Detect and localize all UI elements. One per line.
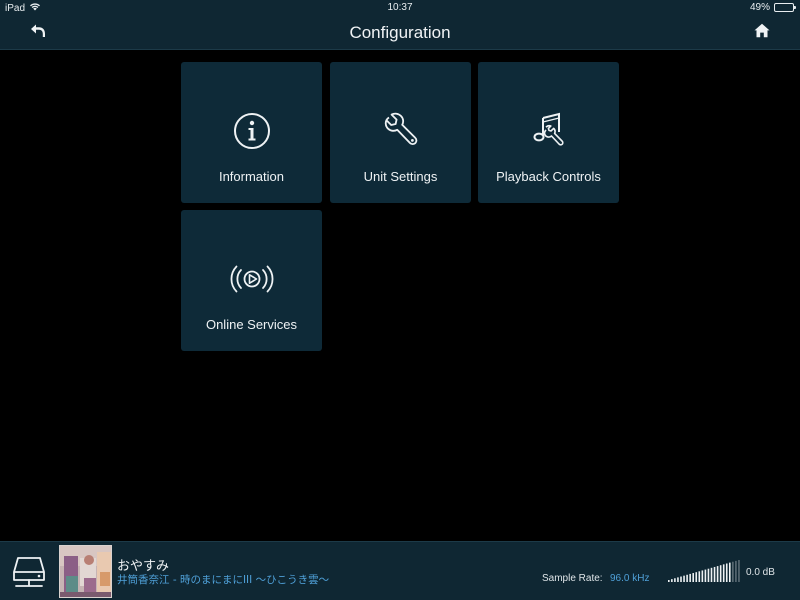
volume-bar bbox=[707, 568, 710, 582]
home-icon bbox=[754, 23, 770, 43]
music-settings-icon bbox=[478, 110, 619, 152]
home-button[interactable] bbox=[748, 21, 776, 45]
battery-icon bbox=[774, 3, 796, 12]
volume-bar bbox=[704, 569, 707, 582]
volume-bar bbox=[701, 570, 704, 582]
volume-bar bbox=[716, 566, 719, 582]
volume-bars bbox=[668, 560, 740, 582]
volume-bar bbox=[674, 578, 676, 582]
volume-bar bbox=[677, 577, 679, 582]
volume-bar bbox=[710, 567, 713, 582]
volume-bar bbox=[680, 576, 682, 582]
device-button[interactable] bbox=[10, 553, 48, 591]
volume-bar bbox=[689, 573, 691, 582]
volume-bar bbox=[683, 575, 685, 582]
tile-label: Information bbox=[218, 169, 285, 184]
volume-bar bbox=[698, 571, 701, 582]
album-art[interactable] bbox=[59, 545, 112, 598]
volume-slider[interactable] bbox=[668, 560, 742, 582]
status-time: 10:37 bbox=[387, 2, 413, 13]
page-title: Configuration bbox=[349, 23, 451, 42]
volume-bar bbox=[732, 561, 734, 582]
nav-bar: Configuration bbox=[0, 16, 800, 50]
tile-playback-controls[interactable]: Playback Controls bbox=[478, 62, 619, 203]
volume-bar bbox=[713, 566, 716, 582]
volume-bar bbox=[729, 562, 731, 582]
volume-bar bbox=[719, 565, 722, 582]
tile-label: Online Services bbox=[205, 317, 298, 332]
player-bar: おやすみ 井筒香奈江 - 時のまにまにIII 〜ひこうき雲〜 Sample Ra… bbox=[0, 541, 800, 600]
volume-db: 0.0 dB bbox=[746, 567, 775, 578]
streaming-icon bbox=[181, 258, 322, 300]
tile-label: Playback Controls bbox=[496, 169, 601, 184]
tile-label: Unit Settings bbox=[363, 169, 438, 184]
volume-bar bbox=[722, 564, 725, 582]
wrench-icon bbox=[330, 110, 471, 152]
volume-bar bbox=[725, 563, 728, 582]
sample-rate-value: 96.0 kHz bbox=[610, 573, 650, 584]
volume-bar bbox=[692, 573, 694, 582]
volume-bar bbox=[695, 572, 698, 582]
volume-bar bbox=[686, 574, 688, 582]
volume-bar bbox=[671, 579, 673, 582]
sample-rate-label: Sample Rate: bbox=[542, 573, 603, 584]
track-artist-album[interactable]: 井筒香奈江 - 時のまにまにIII 〜ひこうき雲〜 bbox=[117, 572, 329, 587]
status-bar: iPad 10:37 49% bbox=[0, 0, 800, 16]
tile-unit-settings[interactable]: Unit Settings bbox=[330, 62, 471, 203]
volume-bar bbox=[668, 580, 670, 582]
battery-percent: 49% bbox=[749, 2, 770, 13]
info-icon bbox=[181, 110, 322, 152]
volume-bar bbox=[735, 560, 737, 582]
volume-bar bbox=[738, 560, 740, 582]
album-art-image bbox=[60, 546, 111, 597]
network-drive-icon bbox=[10, 557, 48, 595]
tile-online-services[interactable]: Online Services bbox=[181, 210, 322, 351]
tile-information[interactable]: Information bbox=[181, 62, 322, 203]
